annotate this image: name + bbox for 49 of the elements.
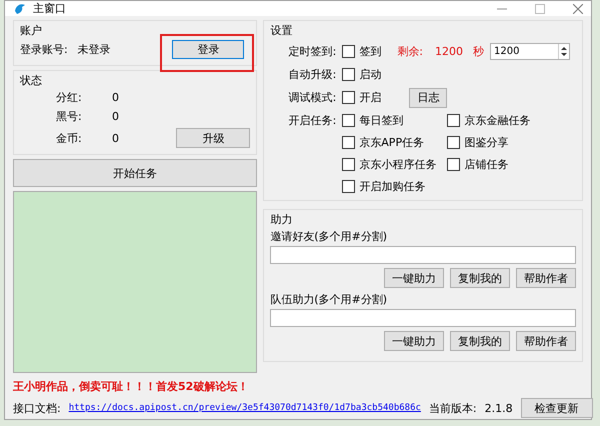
version-label: 当前版本: (428, 400, 477, 416)
group-title: 账户 (20, 23, 42, 38)
stat-value: 0 (112, 91, 120, 104)
checkbox-label: 签到 (359, 44, 382, 59)
group-title: 助力 (270, 212, 292, 227)
check-update-button[interactable]: 检查更新 (520, 398, 593, 418)
action-button[interactable]: 复制我的 (450, 268, 510, 288)
field-label: 队伍助力(多个用#分割) (270, 293, 388, 306)
action-button[interactable]: 复制我的 (450, 331, 510, 351)
action-button[interactable]: 帮助作者 (516, 268, 576, 288)
notice-text: 王小明作品，倒卖可耻！！！首发52破解论坛！ (13, 379, 250, 394)
action-button[interactable]: 一键助力 (384, 331, 444, 351)
checkbox-label: 每日签到 (359, 113, 404, 128)
checkbox-label: 京东APP任务 (359, 135, 424, 150)
field-label: 开启任务: (288, 113, 336, 128)
stat-value: 0 (112, 110, 120, 123)
checkbox-label: 开启加购任务 (359, 179, 426, 194)
stat-label: 金币: (56, 130, 83, 146)
version-value: 2.1.8 (484, 402, 513, 414)
action-button[interactable]: 帮助作者 (516, 331, 576, 351)
window-title: 主窗口 (33, 1, 66, 16)
login-button[interactable]: 登录 (172, 40, 244, 59)
start-task-button[interactable]: 开始任务 (13, 159, 258, 187)
doc-link[interactable]: https://docs.apipost.cn/preview/3e5f43070d7143f0/1d7ba3cb540b686c (68, 403, 421, 413)
field-label: 接口文档: (13, 400, 61, 416)
spin-field[interactable]: 1200 (490, 43, 570, 60)
action-button[interactable]: 一键助力 (384, 268, 444, 288)
remaining-value: 1200 (435, 45, 463, 58)
stat-label: 黑号: (56, 109, 83, 124)
checkbox-label: 图鉴分享 (464, 135, 508, 150)
log-button[interactable]: 日志 (409, 88, 448, 108)
stat-label: 分红: (56, 90, 83, 105)
checkbox-label: 开启 (359, 90, 382, 105)
upgrade-button[interactable]: 升级 (176, 128, 250, 148)
field-label: 登录账号: (20, 42, 68, 57)
login-status: 未登录 (78, 42, 111, 57)
field-label: 定时签到: (288, 44, 336, 59)
remaining-label: 剩余: (397, 44, 423, 59)
field-label: 调试模式: (288, 90, 336, 105)
group-title: 状态 (20, 73, 42, 88)
field-label: 邀请好友(多个用#分割) (270, 230, 388, 243)
unit-label: 秒 (473, 44, 484, 59)
field-label: 自动升级: (288, 67, 336, 82)
group-title: 设置 (270, 23, 292, 38)
checkbox-label: 京东小程序任务 (359, 157, 436, 172)
checkbox-label: 京东金融任务 (464, 113, 530, 128)
checkbox-label: 启动 (359, 67, 382, 82)
checkbox-label: 店铺任务 (464, 157, 508, 172)
stat-value: 0 (112, 132, 120, 144)
